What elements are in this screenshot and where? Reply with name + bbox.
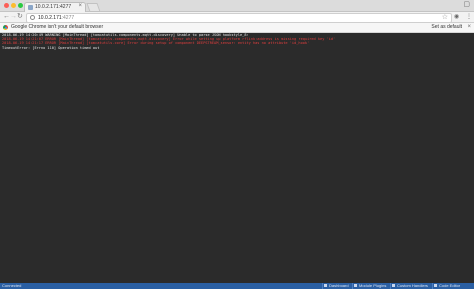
module-icon: [354, 284, 357, 287]
log-line: TimeoutError: [Errno 110] Operation time…: [2, 45, 100, 50]
set-as-default-button[interactable]: Set as default: [431, 23, 462, 32]
handler-icon: [392, 284, 395, 287]
back-button[interactable]: ←: [3, 12, 10, 22]
browser-tab[interactable]: 10.0.2.171:4277 ×: [24, 2, 86, 12]
extension-icon[interactable]: ◉: [454, 12, 459, 22]
infobar-close-icon[interactable]: ×: [467, 23, 471, 32]
maximize-window-button[interactable]: [18, 3, 23, 8]
close-tab-icon[interactable]: ×: [78, 3, 82, 9]
window-titlebar: 10.0.2.171:4277 × ▢: [0, 0, 474, 12]
chrome-logo-icon: [3, 25, 8, 30]
forward-button[interactable]: →: [10, 12, 17, 22]
connection-status: Connected: [2, 283, 22, 288]
user-profile-icon[interactable]: ▢: [463, 0, 470, 8]
infobar-message: Google Chrome isn't your default browser: [11, 24, 104, 30]
statusbar-item-label: Module Plugins: [359, 283, 387, 288]
statusbar-item-handlers[interactable]: Custom Handlers: [390, 283, 428, 289]
menu-icon[interactable]: ⋮: [466, 12, 472, 22]
dashboard-icon: [324, 284, 327, 287]
statusbar-item-label: Code Editor: [439, 283, 461, 288]
tab-title: 10.0.2.171:4277: [35, 4, 72, 10]
new-tab-button[interactable]: [86, 3, 101, 12]
statusbar-item-label: Custom Handlers: [397, 283, 428, 288]
statusbar-item-dashboard[interactable]: Dashboard: [322, 283, 349, 289]
status-bar: Connected Dashboard Module Plugins Custo…: [0, 283, 474, 289]
code-icon: [434, 284, 437, 287]
url-text: 10.0.2.171:4277: [38, 14, 74, 22]
site-info-icon[interactable]: [30, 15, 35, 20]
browser-toolbar: ← → ↻ 10.0.2.171:4277 ☆ ◉ ⋮: [0, 12, 474, 23]
log-console[interactable]: 2018-06-19 14:20:49 WARNING [MainThread]…: [0, 33, 474, 283]
address-bar[interactable]: 10.0.2.171:4277 ☆: [26, 13, 452, 23]
reload-button[interactable]: ↻: [17, 12, 23, 22]
minimize-window-button[interactable]: [11, 3, 16, 8]
bookmark-star-icon[interactable]: ☆: [442, 13, 448, 21]
page-favicon-icon: [28, 5, 33, 10]
close-window-button[interactable]: [4, 3, 9, 8]
statusbar-item-editor[interactable]: Code Editor: [432, 283, 460, 289]
statusbar-item-modules[interactable]: Module Plugins: [352, 283, 386, 289]
url-port: :4277: [61, 15, 75, 21]
statusbar-item-label: Dashboard: [329, 283, 349, 288]
url-host: 10.0.2.171: [38, 15, 62, 21]
default-browser-infobar: Google Chrome isn't your default browser…: [0, 23, 474, 33]
